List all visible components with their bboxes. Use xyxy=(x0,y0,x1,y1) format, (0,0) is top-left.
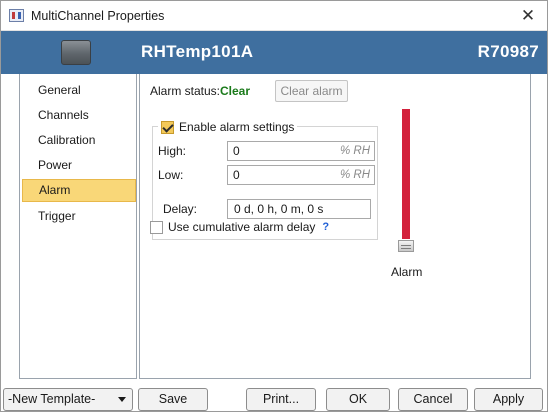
enable-alarm-row[interactable]: Enable alarm settings xyxy=(158,118,298,136)
device-name: RHTemp101A xyxy=(141,42,254,61)
alarm-indicator-caption: Alarm xyxy=(391,265,423,279)
device-header: RHTemp101A R70987 xyxy=(1,31,547,74)
cumulative-delay-checkbox[interactable] xyxy=(150,220,163,234)
sidebar-item-power[interactable]: Power xyxy=(22,154,136,177)
enable-alarm-checkbox[interactable] xyxy=(161,120,174,134)
low-unit: % RH xyxy=(339,169,370,181)
properties-window: MultiChannel Properties ✕ RHTemp101A R70… xyxy=(0,0,548,412)
title-bar[interactable]: MultiChannel Properties ✕ xyxy=(1,1,547,31)
device-serial: R70987 xyxy=(477,42,539,61)
save-button[interactable]: Save xyxy=(138,388,208,411)
high-value: 0 xyxy=(233,144,240,158)
cancel-button[interactable]: Cancel xyxy=(398,388,468,411)
template-dropdown[interactable]: -New Template- xyxy=(3,388,133,411)
low-value: 0 xyxy=(233,168,240,182)
sidebar-nav: General Channels Calibration Power Alarm… xyxy=(19,74,137,379)
app-icon xyxy=(9,9,24,22)
ok-button[interactable]: OK xyxy=(326,388,390,411)
sidebar-item-alarm[interactable]: Alarm xyxy=(22,179,136,202)
delay-field[interactable]: 0 d, 0 h, 0 m, 0 s xyxy=(227,199,371,219)
high-unit: % RH xyxy=(339,145,370,157)
clear-alarm-button[interactable]: Clear alarm xyxy=(275,80,348,102)
sidebar-item-general[interactable]: General xyxy=(22,79,136,102)
alarm-panel: Alarm status: Clear Clear alarm Enable a… xyxy=(139,74,531,379)
close-icon[interactable]: ✕ xyxy=(517,5,539,27)
alarm-status-value: Clear xyxy=(220,84,251,98)
alarm-level-bar xyxy=(402,109,410,239)
enable-alarm-label: Enable alarm settings xyxy=(179,120,295,134)
cumulative-delay-label: Use cumulative alarm delay xyxy=(168,220,316,234)
low-field[interactable]: 0 % RH xyxy=(227,165,375,185)
help-icon[interactable]: ? xyxy=(322,221,329,233)
sidebar-item-channels[interactable]: Channels xyxy=(22,104,136,127)
alarm-slider-handle[interactable] xyxy=(398,240,414,252)
high-field[interactable]: 0 % RH xyxy=(227,141,375,161)
sidebar-item-calibration[interactable]: Calibration xyxy=(22,129,136,152)
alarm-status-label: Alarm status: xyxy=(150,84,221,98)
template-dropdown-label: -New Template- xyxy=(8,392,96,406)
apply-button[interactable]: Apply xyxy=(474,388,543,411)
sidebar-item-trigger[interactable]: Trigger xyxy=(22,205,136,228)
low-label: Low: xyxy=(158,168,184,182)
device-logger-icon xyxy=(61,40,91,65)
high-label: High: xyxy=(158,144,187,158)
chevron-down-icon xyxy=(118,397,126,402)
delay-label: Delay: xyxy=(163,202,198,216)
print-button[interactable]: Print... xyxy=(246,388,316,411)
cumulative-delay-row[interactable]: Use cumulative alarm delay ? xyxy=(150,220,329,234)
window-title: MultiChannel Properties xyxy=(31,9,165,23)
